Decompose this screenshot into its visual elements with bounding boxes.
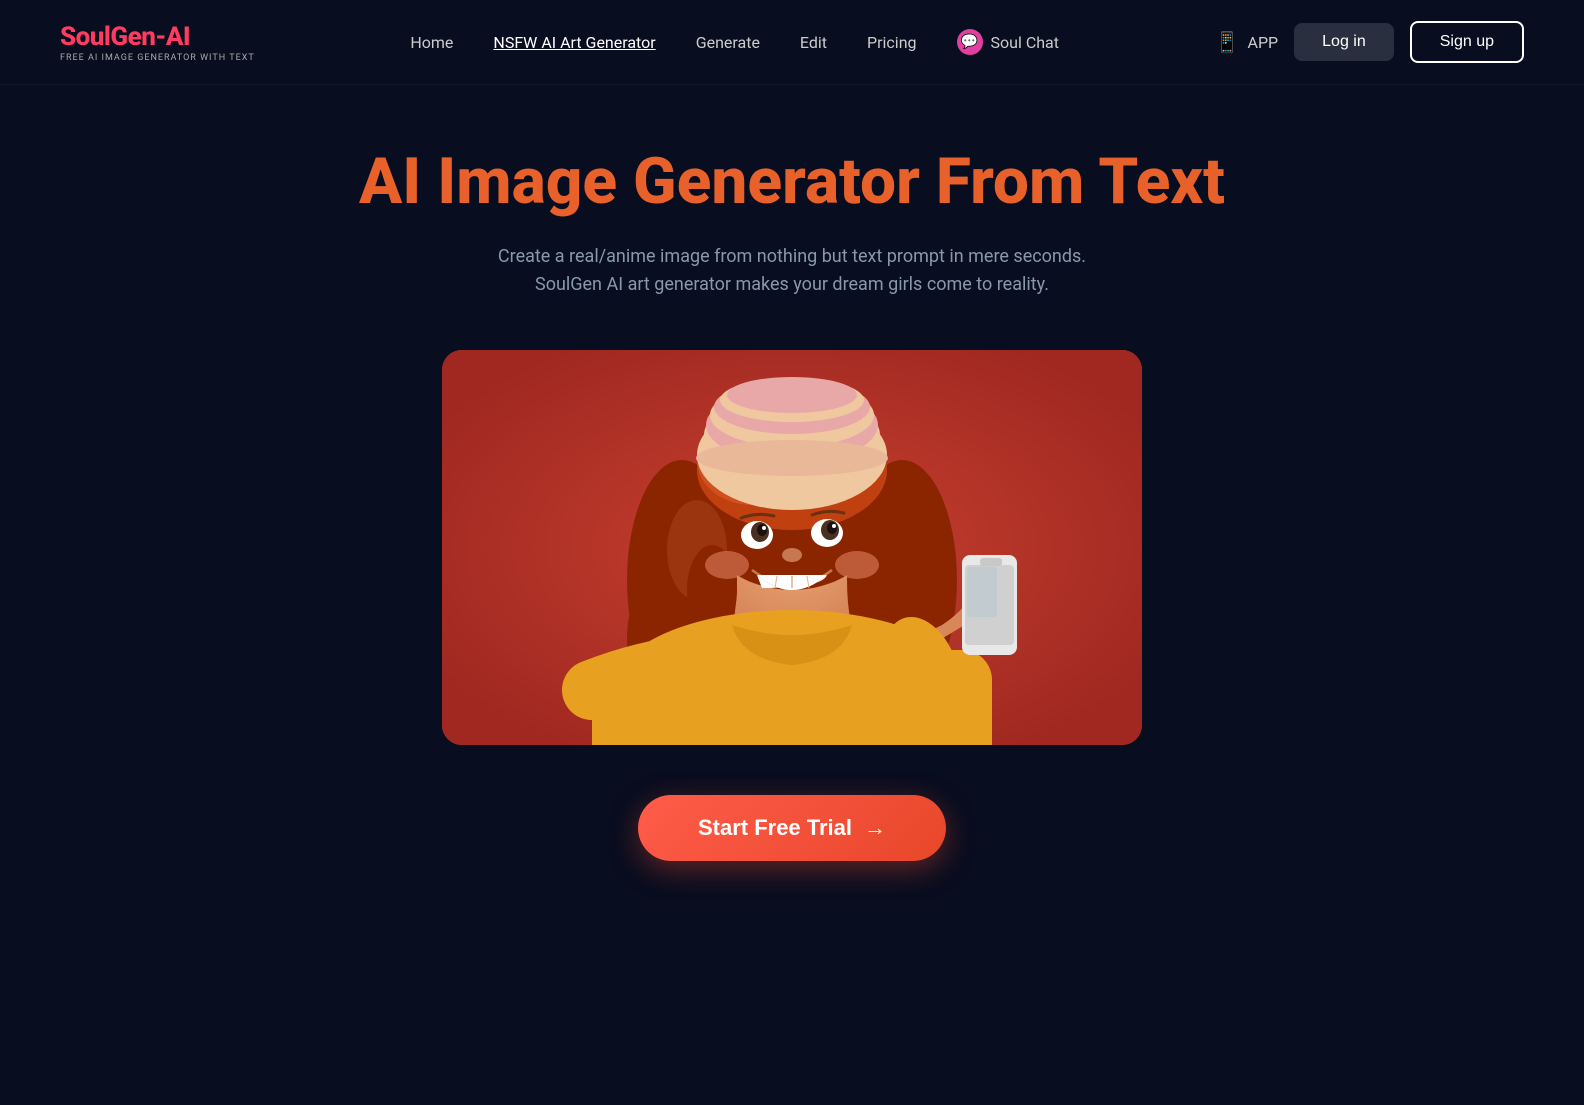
hero-title: AI Image Generator From Text (359, 145, 1225, 219)
mobile-icon: 📱 (1215, 30, 1240, 54)
logo: SoulGen-AI FREE AI IMAGE GENERATOR WITH … (60, 22, 255, 63)
soul-chat-button[interactable]: 💬 Soul Chat (957, 29, 1059, 55)
hero-subtitle: Create a real/anime image from nothing b… (498, 243, 1086, 301)
soul-chat-label: Soul Chat (991, 33, 1059, 52)
nav-links: Home NSFW AI Art Generator Generate Edit… (410, 29, 1059, 55)
nav-right: 📱 APP Log in Sign up (1215, 21, 1524, 63)
nav-nsfw[interactable]: NSFW AI Art Generator (493, 33, 655, 52)
logo-title: SoulGen-AI (60, 22, 190, 52)
cta-label: Start Free Trial (698, 815, 852, 841)
app-link[interactable]: 📱 APP (1215, 30, 1279, 54)
hero-image-area (442, 350, 1142, 745)
login-button[interactable]: Log in (1294, 23, 1394, 61)
app-label: APP (1248, 33, 1279, 52)
hero-image (442, 350, 1142, 745)
nav-generate[interactable]: Generate (696, 33, 760, 52)
start-free-trial-button[interactable]: Start Free Trial → (638, 795, 946, 861)
hero-illustration (442, 350, 1142, 745)
soul-chat-icon: 💬 (957, 29, 983, 55)
nav-pricing[interactable]: Pricing (867, 33, 917, 52)
nav-home[interactable]: Home (410, 33, 453, 52)
cta-arrow-icon: → (864, 815, 886, 841)
hero-section: AI Image Generator From Text Create a re… (0, 85, 1584, 921)
navbar: SoulGen-AI FREE AI IMAGE GENERATOR WITH … (0, 0, 1584, 85)
cta-container: Start Free Trial → (638, 795, 946, 861)
logo-subtitle: FREE AI IMAGE GENERATOR WITH TEXT (60, 53, 255, 63)
signup-button[interactable]: Sign up (1410, 21, 1524, 63)
nav-edit[interactable]: Edit (800, 33, 827, 52)
